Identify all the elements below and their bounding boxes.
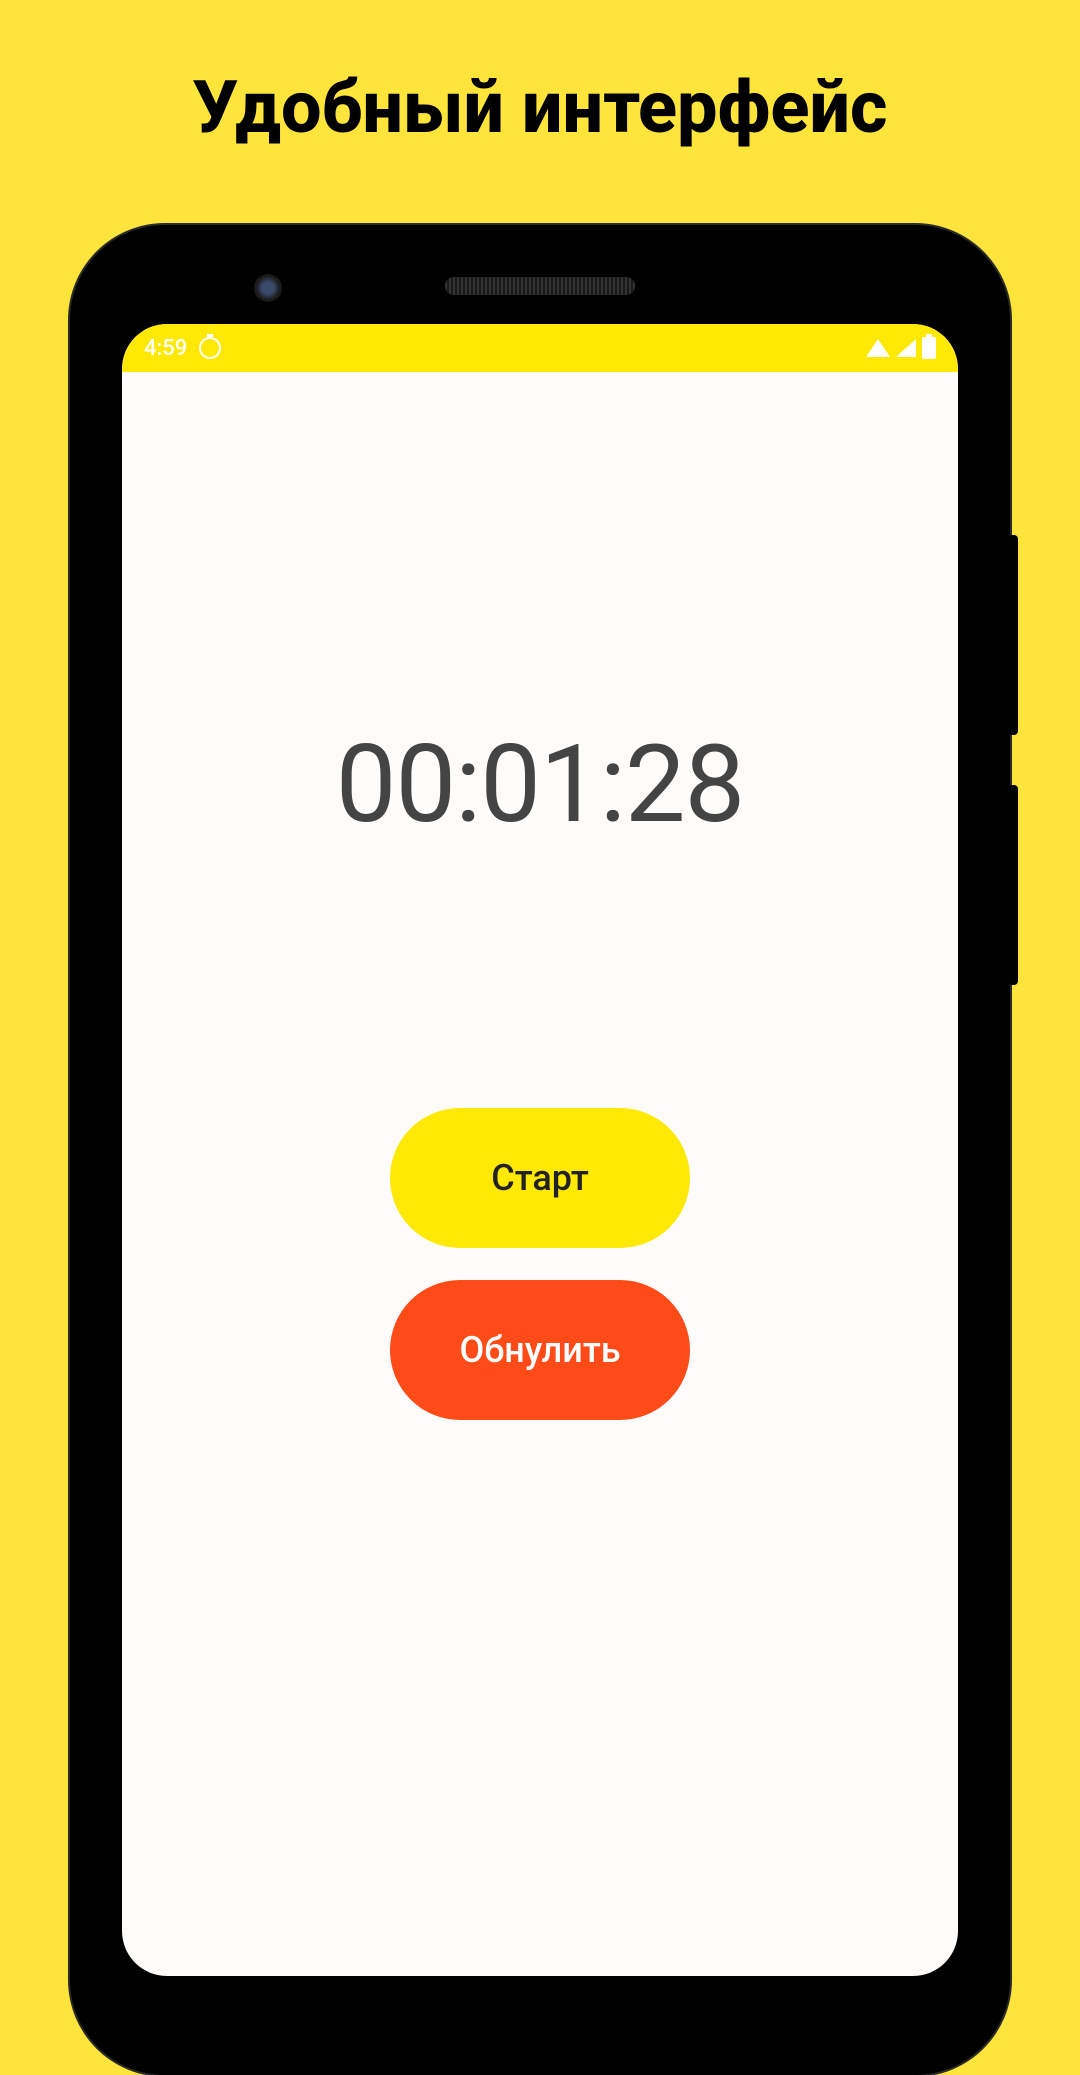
- phone-speaker: [445, 277, 635, 295]
- status-bar-left: 4:59: [144, 336, 221, 361]
- status-bar-right: [866, 337, 936, 359]
- phone-bezel: 4:59 00:01:28 Старт Обнулить: [84, 239, 996, 2061]
- status-time: 4:59: [144, 336, 187, 361]
- page-title: Удобный интерфейс: [0, 0, 1080, 190]
- phone-screen: 4:59 00:01:28 Старт Обнулить: [122, 324, 958, 1976]
- reset-button[interactable]: Обнулить: [390, 1280, 690, 1420]
- phone-camera: [254, 274, 282, 302]
- signal-icon: [896, 339, 916, 357]
- phone-side-button: [1010, 785, 1018, 985]
- start-button[interactable]: Старт: [390, 1108, 690, 1248]
- phone-mockup: 4:59 00:01:28 Старт Обнулить: [70, 225, 1010, 2075]
- battery-icon: [922, 337, 936, 359]
- wifi-icon: [866, 339, 890, 357]
- timer-display: 00:01:28: [336, 722, 745, 848]
- phone-side-button: [1010, 535, 1018, 735]
- status-bar: 4:59: [122, 324, 958, 372]
- app-content: 00:01:28 Старт Обнулить: [122, 372, 958, 1420]
- button-group: Старт Обнулить: [390, 1108, 690, 1420]
- stopwatch-icon: [199, 337, 221, 359]
